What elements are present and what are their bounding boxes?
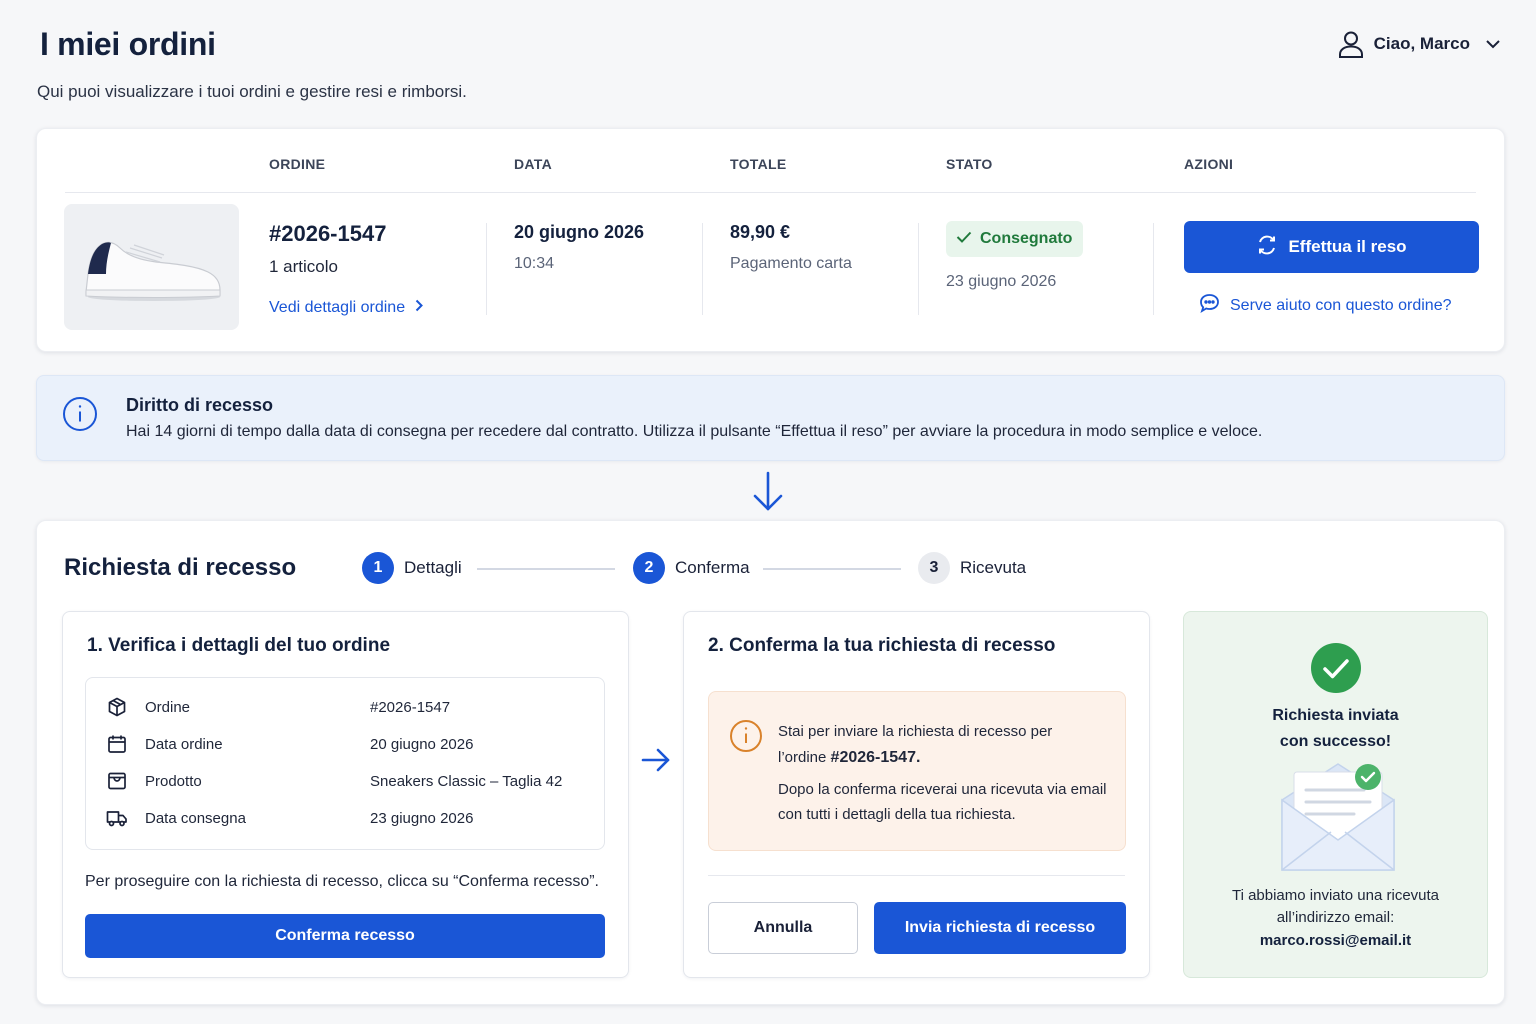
detail-label: Ordine bbox=[145, 698, 191, 716]
order-total: 89,90 € bbox=[730, 222, 791, 242]
step-number: 2 bbox=[633, 552, 665, 584]
detail-row-product: Prodotto Sneakers Classic – Taglia 42 bbox=[106, 770, 562, 792]
confirm-panel-title: 2. Conferma la tua richiesta di recesso bbox=[708, 635, 1056, 656]
step-details[interactable]: 1 Dettagli bbox=[362, 552, 462, 584]
confirm-request-panel: 2. Conferma la tua richiesta di recesso … bbox=[683, 611, 1150, 978]
order-date: 20 giugno 2026 bbox=[514, 222, 645, 242]
withdrawal-right-banner: Diritto di recesso Hai 14 giorni di temp… bbox=[36, 375, 1505, 461]
step-number: 3 bbox=[918, 552, 950, 584]
success-title-line2: con successo! bbox=[1279, 733, 1392, 750]
user-menu[interactable]: Ciao, Marco bbox=[1338, 30, 1500, 58]
column-header-actions: AZIONI bbox=[1184, 156, 1234, 172]
detail-label: Data ordine bbox=[145, 735, 223, 753]
box-icon bbox=[106, 696, 128, 718]
order-time: 10:34 bbox=[514, 255, 555, 272]
detail-value: 23 giugno 2026 bbox=[370, 809, 474, 827]
detail-label: Prodotto bbox=[145, 772, 202, 790]
warning-line2-prefix: l’ordine bbox=[778, 749, 827, 766]
withdrawal-title: Richiesta di recesso bbox=[64, 554, 297, 581]
email-envelope-icon bbox=[1279, 762, 1397, 879]
step-label: Dettagli bbox=[404, 558, 462, 577]
warning-message: Stai per inviare la richiesta di recesso… bbox=[778, 719, 1108, 771]
info-icon bbox=[62, 396, 98, 437]
column-divider bbox=[1153, 223, 1154, 315]
receipt-panel: Richiesta inviata con successo! Ti abbia… bbox=[1183, 611, 1488, 978]
receipt-message: Ti abbiamo inviato una ricevuta all’indi… bbox=[1184, 885, 1487, 929]
detail-value: #2026-1547 bbox=[370, 698, 451, 716]
order-details-link-label: Vedi dettagli ordine bbox=[269, 299, 406, 316]
calendar-icon bbox=[106, 733, 128, 755]
step-label: Ricevuta bbox=[960, 558, 1027, 577]
banner-title: Diritto di recesso bbox=[126, 395, 274, 415]
orders-table-card: ORDINE DATA TOTALE STATO AZIONI #2026-15… bbox=[36, 128, 1505, 352]
verify-panel-title: 1. Verifica i dettagli del tuo ordine bbox=[87, 635, 391, 656]
delivery-date: 23 giugno 2026 bbox=[946, 273, 1057, 290]
return-button-label: Effettua il reso bbox=[1288, 237, 1407, 256]
step-label: Conferma bbox=[675, 558, 750, 577]
withdrawal-request-card: Richiesta di recesso 1 Dettagli 2 Confer… bbox=[36, 520, 1505, 1005]
confirmation-warning: Stai per inviare la richiesta di recesso… bbox=[708, 691, 1126, 851]
column-header-total: TOTALE bbox=[730, 156, 787, 172]
step-receipt[interactable]: 3 Ricevuta bbox=[918, 552, 1026, 584]
chevron-right-icon bbox=[415, 299, 424, 317]
column-divider bbox=[702, 223, 703, 315]
arrow-down-icon bbox=[751, 470, 785, 517]
step-confirm[interactable]: 2 Conferma bbox=[633, 552, 750, 584]
order-number: #2026-1547 bbox=[269, 221, 387, 246]
column-header-order: ORDINE bbox=[269, 156, 326, 172]
detail-row-delivery-date: Data consegna 23 giugno 2026 bbox=[106, 807, 473, 829]
status-label: Consegnato bbox=[980, 230, 1073, 247]
cancel-button[interactable]: Annulla bbox=[708, 902, 858, 954]
chevron-down-icon bbox=[1486, 39, 1500, 49]
detail-row-order-date: Data ordine 20 giugno 2026 bbox=[106, 733, 473, 755]
return-button[interactable]: Effettua il reso bbox=[1184, 221, 1479, 273]
warning-line1: Stai per inviare la richiesta di recesso… bbox=[778, 723, 1053, 740]
status-badge: Consegnato bbox=[946, 221, 1084, 257]
column-divider bbox=[486, 223, 487, 315]
order-details-link[interactable]: Vedi dettagli ordine bbox=[269, 299, 424, 317]
receipt-text-line2: all’indirizzo email: bbox=[1276, 909, 1395, 926]
order-help-link[interactable]: Serve aiuto con questo ordine? bbox=[1199, 293, 1451, 318]
success-title-line1: Richiesta inviata bbox=[1272, 707, 1399, 724]
payment-method: Pagamento carta bbox=[730, 255, 852, 272]
success-check-icon bbox=[1311, 643, 1361, 698]
user-greeting: Ciao, Marco bbox=[1373, 34, 1470, 53]
warning-info-icon bbox=[729, 719, 763, 758]
arrow-right-icon bbox=[641, 748, 671, 777]
user-icon bbox=[1338, 30, 1364, 58]
page-title: I miei ordini bbox=[40, 26, 216, 62]
send-request-button[interactable]: Invia richiesta di recesso bbox=[874, 902, 1126, 954]
success-title: Richiesta inviata con successo! bbox=[1184, 703, 1487, 755]
warning-detail: Dopo la conferma riceverai una ricevuta … bbox=[778, 781, 1107, 823]
header-divider bbox=[65, 192, 1476, 193]
product-image-sneaker[interactable] bbox=[64, 204, 239, 330]
divider bbox=[708, 875, 1125, 876]
banner-text: Hai 14 giorni di tempo dalla data di con… bbox=[126, 423, 1263, 440]
order-help-label: Serve aiuto con questo ordine? bbox=[1230, 296, 1452, 314]
column-divider bbox=[918, 223, 919, 315]
truck-icon bbox=[106, 807, 128, 829]
column-header-date: DATA bbox=[514, 156, 553, 172]
refresh-icon bbox=[1256, 234, 1278, 261]
product-icon bbox=[106, 770, 128, 792]
detail-value: Sneakers Classic – Taglia 42 bbox=[370, 772, 563, 790]
receipt-email-address: marco.rossi@email.it bbox=[1259, 932, 1412, 949]
step-connector bbox=[763, 568, 901, 570]
warning-order-number: #2026-1547. bbox=[830, 749, 921, 766]
detail-value: 20 giugno 2026 bbox=[370, 735, 474, 753]
proceed-instruction: Per proseguire con la richiesta di reces… bbox=[85, 873, 599, 890]
step-connector bbox=[477, 568, 615, 570]
detail-label: Data consegna bbox=[145, 809, 246, 827]
chat-icon bbox=[1199, 293, 1220, 318]
detail-row-order: Ordine #2026-1547 bbox=[106, 696, 450, 718]
order-details-list: Ordine #2026-1547 Data ordine 20 giugno … bbox=[85, 677, 605, 850]
receipt-text-line1: Ti abbiamo inviato una ricevuta bbox=[1231, 887, 1440, 904]
page-subtitle: Qui puoi visualizzare i tuoi ordini e ge… bbox=[37, 82, 467, 101]
confirm-withdrawal-button[interactable]: Conferma recesso bbox=[85, 914, 605, 958]
column-header-status: STATO bbox=[946, 156, 993, 172]
order-item-count: 1 articolo bbox=[269, 257, 338, 276]
verify-details-panel: 1. Verifica i dettagli del tuo ordine Or… bbox=[62, 611, 629, 978]
step-number: 1 bbox=[362, 552, 394, 584]
check-icon bbox=[956, 230, 972, 248]
